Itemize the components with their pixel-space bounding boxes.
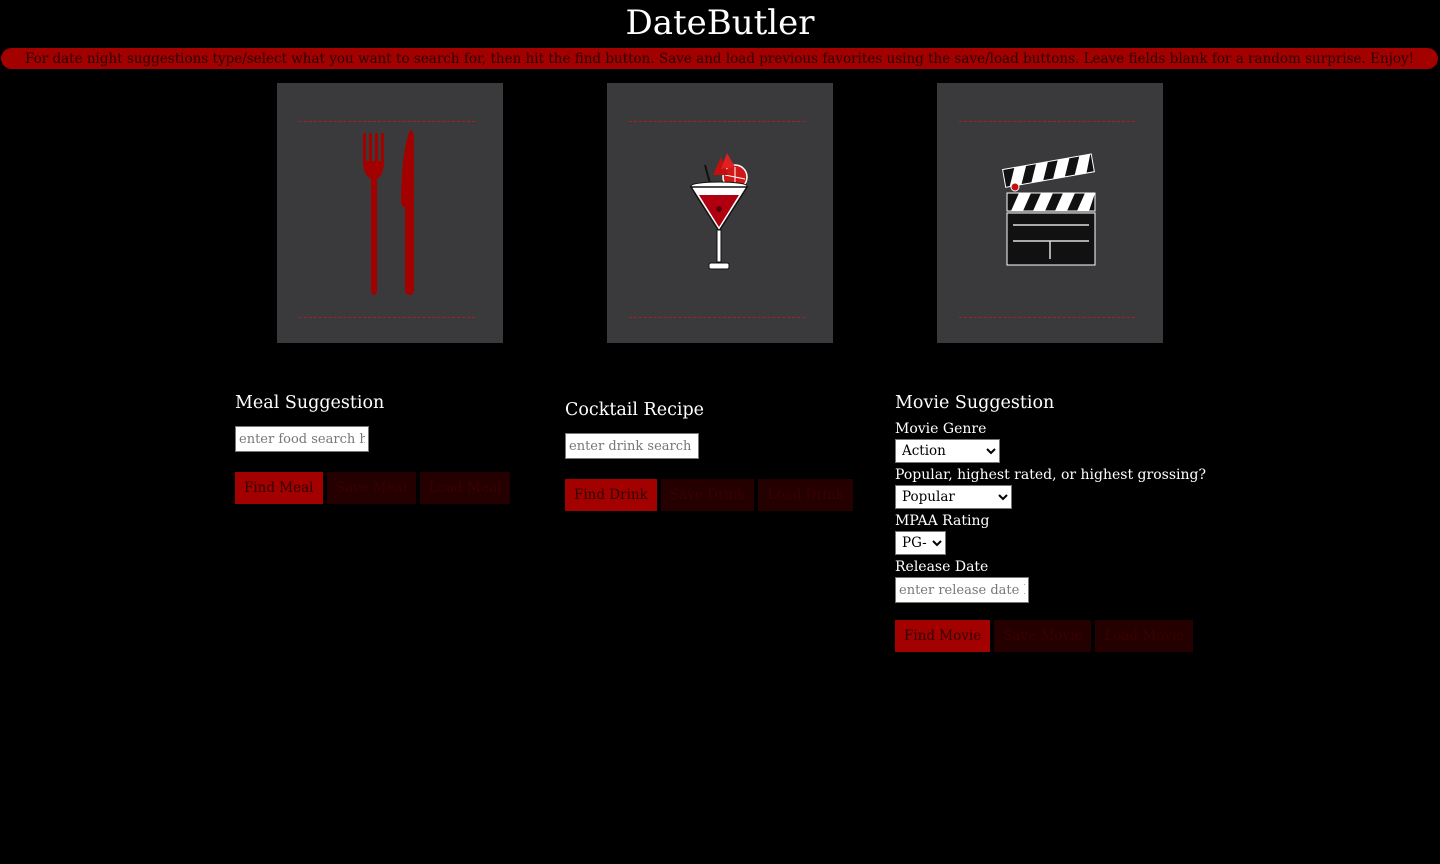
save-drink-button[interactable]: Save Drink	[660, 479, 755, 511]
drink-section: Cocktail Recipe	[565, 399, 865, 421]
drink-card	[607, 83, 833, 343]
rating-select[interactable]: PG-13	[895, 531, 946, 555]
drink-heading: Cocktail Recipe	[565, 400, 705, 420]
app-title: DateButler	[625, 3, 815, 43]
fork-knife-icon	[363, 130, 414, 295]
food-search-input[interactable]	[235, 426, 369, 452]
drink-search-input[interactable]	[565, 433, 699, 459]
load-drink-button[interactable]: Load Drink	[758, 479, 854, 511]
meal-section: Meal Suggestion	[235, 392, 535, 414]
find-movie-button[interactable]: Find Movie	[895, 620, 991, 652]
genre-label: Movie Genre	[895, 421, 987, 437]
load-movie-button[interactable]: Load Movie	[1095, 620, 1194, 652]
drink-button-row: Find Drink Save Drink Load Drink	[565, 479, 854, 511]
movie-section: Movie Suggestion Movie Genre Action Popu…	[895, 392, 1215, 603]
save-meal-button[interactable]: Save Meal	[326, 472, 416, 504]
sort-label: Popular, highest rated, or highest gross…	[895, 467, 1206, 483]
release-date-input[interactable]	[895, 577, 1029, 603]
sort-select[interactable]: Popular	[895, 485, 1012, 509]
genre-select[interactable]: Action	[895, 439, 1000, 463]
meal-card	[277, 83, 503, 343]
movie-button-row: Find Movie Save Movie Load Movie	[895, 620, 1194, 652]
instructions-banner: For date night suggestions type/select w…	[1, 48, 1438, 69]
rating-label: MPAA Rating	[895, 513, 990, 529]
meal-button-row: Find Meal Save Meal Load Meal	[235, 472, 511, 504]
cocktail-icon	[689, 153, 749, 270]
release-date-label: Release Date	[895, 559, 989, 575]
movie-card	[937, 83, 1163, 343]
find-meal-button[interactable]: Find Meal	[235, 472, 323, 504]
load-meal-button[interactable]: Load Meal	[419, 472, 511, 504]
find-drink-button[interactable]: Find Drink	[565, 479, 657, 511]
clapperboard-icon	[1002, 153, 1096, 266]
movie-heading: Movie Suggestion	[895, 393, 1055, 413]
save-movie-button[interactable]: Save Movie	[994, 620, 1092, 652]
meal-heading: Meal Suggestion	[235, 393, 385, 413]
